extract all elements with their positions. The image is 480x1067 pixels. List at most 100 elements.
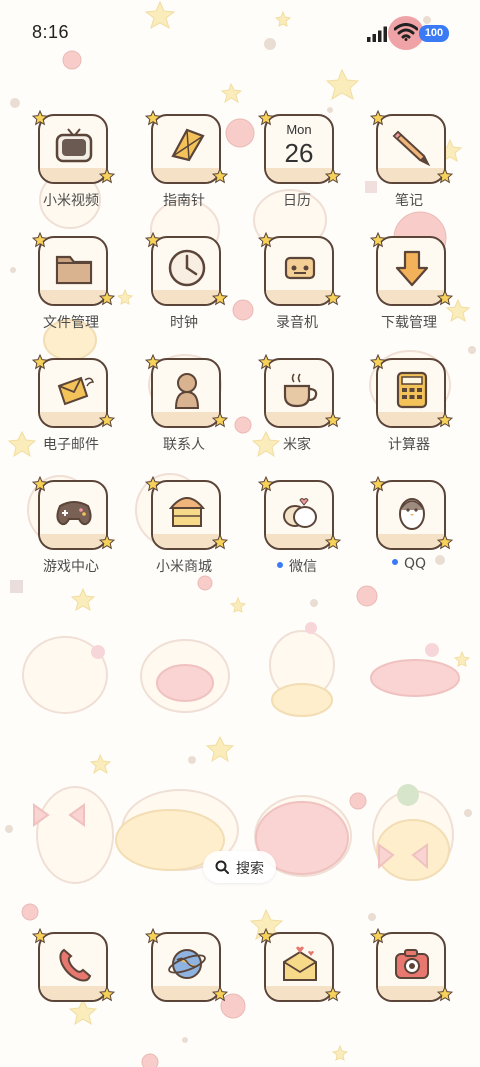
message-envelope-icon bbox=[283, 946, 317, 981]
app-tile bbox=[264, 236, 334, 306]
dock-messages[interactable] bbox=[245, 928, 349, 1042]
star-icon bbox=[258, 232, 274, 248]
app-compass[interactable]: 指南针 bbox=[132, 110, 236, 224]
star-icon bbox=[212, 412, 228, 428]
dock-camera[interactable] bbox=[357, 928, 461, 1042]
app-label: 小米视频 bbox=[43, 193, 99, 209]
star-icon bbox=[370, 928, 386, 944]
star-icon bbox=[32, 928, 48, 944]
app-mijia[interactable]: 米家 bbox=[245, 354, 349, 468]
app-tile bbox=[38, 358, 108, 428]
app-clock[interactable]: 时钟 bbox=[132, 232, 236, 346]
star-icon bbox=[99, 412, 115, 428]
wifi-icon bbox=[394, 23, 418, 41]
star-icon bbox=[258, 110, 274, 126]
app-tile bbox=[151, 358, 221, 428]
star-icon bbox=[325, 534, 341, 550]
star-icon bbox=[370, 354, 386, 370]
app-calculator[interactable]: 计算器 bbox=[357, 354, 461, 468]
app-label-text: 微信 bbox=[289, 559, 317, 575]
star-icon bbox=[32, 232, 48, 248]
app-tile bbox=[151, 932, 221, 1002]
app-wechat[interactable]: 微信 bbox=[245, 476, 349, 590]
app-downloads[interactable]: 下载管理 bbox=[357, 232, 461, 346]
app-label: 计算器 bbox=[388, 437, 430, 453]
new-update-dot bbox=[391, 559, 398, 565]
search-button[interactable]: 搜索 bbox=[203, 851, 276, 883]
app-calendar[interactable]: Mon 26 日历 bbox=[245, 110, 349, 224]
star-icon bbox=[212, 168, 228, 184]
app-mi-store[interactable]: 小米商城 bbox=[132, 476, 236, 590]
star-icon bbox=[437, 986, 453, 1002]
star-icon bbox=[212, 986, 228, 1002]
app-tile bbox=[376, 236, 446, 306]
app-tile bbox=[38, 932, 108, 1002]
app-tile bbox=[38, 114, 108, 184]
tv-icon bbox=[55, 128, 93, 163]
app-tile bbox=[38, 236, 108, 306]
star-icon bbox=[370, 476, 386, 492]
star-icon bbox=[212, 290, 228, 306]
app-tile bbox=[376, 358, 446, 428]
star-icon bbox=[437, 412, 453, 428]
status-time: 8:16 bbox=[32, 22, 70, 42]
star-icon bbox=[145, 476, 161, 492]
star-icon bbox=[99, 168, 115, 184]
clock-icon bbox=[168, 249, 206, 287]
star-icon bbox=[370, 110, 386, 126]
star-icon bbox=[258, 928, 274, 944]
app-email[interactable]: 电子邮件 bbox=[19, 354, 123, 468]
app-label: QQ bbox=[349, 556, 469, 572]
gamepad-icon bbox=[56, 501, 92, 526]
phone-icon bbox=[59, 948, 92, 982]
status-bar: 8:16 100 bbox=[0, 0, 480, 64]
penguin-icon bbox=[399, 498, 425, 530]
star-icon bbox=[212, 534, 228, 550]
star-icon bbox=[145, 354, 161, 370]
app-contacts[interactable]: 联系人 bbox=[132, 354, 236, 468]
app-label: 指南针 bbox=[163, 193, 205, 209]
signal-icon bbox=[367, 26, 387, 42]
star-icon bbox=[99, 986, 115, 1002]
star-icon bbox=[325, 168, 341, 184]
recorder-icon bbox=[284, 256, 316, 280]
star-icon bbox=[437, 290, 453, 306]
app-label: 文件管理 bbox=[43, 315, 99, 331]
wechat-icon bbox=[283, 498, 317, 528]
folder-icon bbox=[55, 255, 93, 285]
app-label: 笔记 bbox=[395, 193, 423, 209]
star-icon bbox=[258, 354, 274, 370]
star-icon bbox=[145, 232, 161, 248]
app-label: 电子邮件 bbox=[43, 437, 99, 453]
star-icon bbox=[32, 110, 48, 126]
app-tile bbox=[151, 114, 221, 184]
dock-browser[interactable] bbox=[132, 928, 236, 1042]
app-notes[interactable]: 笔记 bbox=[357, 110, 461, 224]
app-tile bbox=[376, 932, 446, 1002]
app-file-manager[interactable]: 文件管理 bbox=[19, 232, 123, 346]
star-icon bbox=[99, 534, 115, 550]
calculator-icon bbox=[396, 371, 428, 409]
app-tile bbox=[376, 480, 446, 550]
star-icon bbox=[99, 290, 115, 306]
app-label: 游戏中心 bbox=[43, 559, 99, 575]
planet-browser-icon bbox=[168, 949, 206, 979]
download-icon bbox=[395, 250, 429, 287]
star-icon bbox=[325, 412, 341, 428]
app-label: 小米商城 bbox=[156, 559, 212, 575]
app-xiaomi-video[interactable]: 小米视频 bbox=[19, 110, 123, 224]
app-game-center[interactable]: 游戏中心 bbox=[19, 476, 123, 590]
app-tile bbox=[151, 236, 221, 306]
star-icon bbox=[325, 290, 341, 306]
star-icon bbox=[325, 986, 341, 1002]
app-tile bbox=[264, 358, 334, 428]
app-recorder[interactable]: 录音机 bbox=[245, 232, 349, 346]
app-label: 联系人 bbox=[163, 437, 205, 453]
app-label: 日历 bbox=[283, 193, 311, 209]
dock-phone[interactable] bbox=[19, 928, 123, 1042]
winged-mail-icon bbox=[57, 376, 94, 406]
star-icon bbox=[258, 476, 274, 492]
app-qq[interactable]: QQ bbox=[357, 476, 461, 590]
search-icon bbox=[215, 860, 229, 874]
pencil-icon bbox=[392, 130, 431, 166]
